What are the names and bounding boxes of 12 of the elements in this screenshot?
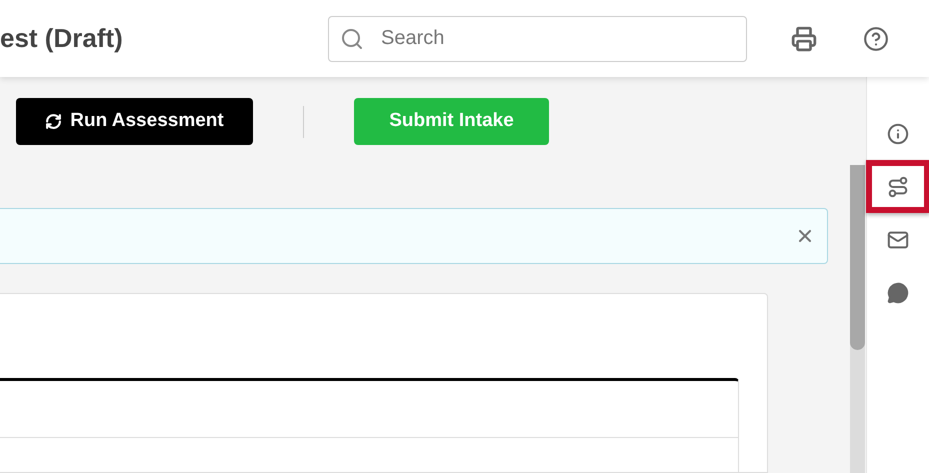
- route-button[interactable]: [866, 160, 929, 213]
- search-field[interactable]: Search: [328, 16, 747, 62]
- scrollbar-thumb[interactable]: [850, 165, 865, 350]
- refresh-icon: [45, 113, 62, 130]
- search-icon: [340, 26, 364, 50]
- info-icon: [887, 122, 909, 144]
- scrollbar[interactable]: [850, 165, 865, 473]
- chat-bubble-icon: [887, 282, 909, 304]
- run-button[interactable]: Run Assessment: [16, 98, 253, 145]
- mail-icon: [887, 228, 909, 250]
- page-title: est (Draft): [0, 22, 124, 55]
- route-icon: [887, 176, 909, 198]
